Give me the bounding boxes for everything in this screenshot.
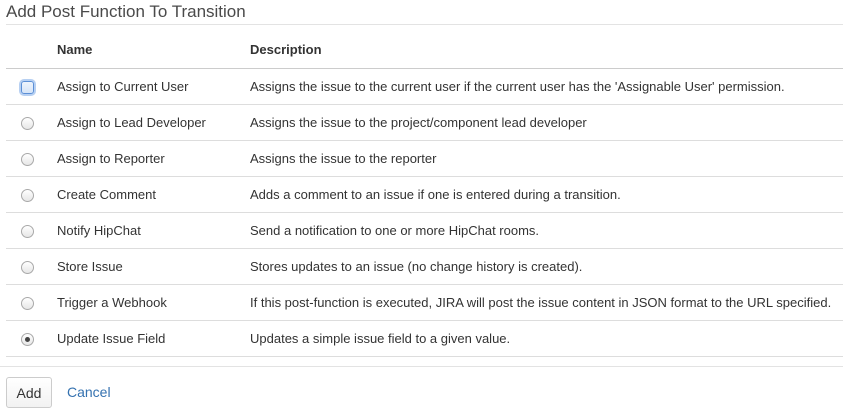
function-name: Notify HipChat bbox=[57, 212, 250, 249]
function-name: Update Issue Field bbox=[57, 320, 250, 357]
radio-button[interactable] bbox=[21, 188, 34, 202]
function-name: Store Issue bbox=[57, 248, 250, 285]
radio-cell bbox=[6, 320, 57, 357]
table-row[interactable]: Assign to Reporter Assigns the issue to t… bbox=[6, 140, 843, 177]
actions-divider bbox=[0, 366, 843, 367]
function-description: Assigns the issue to the project/compone… bbox=[250, 104, 843, 141]
function-description: Assigns the issue to the reporter bbox=[250, 140, 843, 177]
function-description: Assigns the issue to the current user if… bbox=[250, 68, 843, 105]
radio-button[interactable] bbox=[21, 296, 34, 310]
table-row[interactable]: Notify HipChat Send a notification to one… bbox=[6, 212, 843, 249]
radio-cell bbox=[6, 248, 57, 285]
radio-button[interactable] bbox=[21, 224, 34, 238]
function-description: If this post-function is executed, JIRA … bbox=[250, 284, 843, 321]
radio-cell bbox=[6, 104, 57, 141]
cancel-link[interactable]: Cancel bbox=[67, 384, 111, 400]
radio-button[interactable] bbox=[21, 332, 34, 346]
function-description: Stores updates to an issue (no change hi… bbox=[250, 248, 843, 285]
add-button[interactable]: Add bbox=[6, 377, 52, 408]
table-row[interactable]: Update Issue Field Updates a simple issue… bbox=[6, 320, 843, 357]
function-name: Create Comment bbox=[57, 176, 250, 213]
function-description: Send a notification to one or more HipCh… bbox=[250, 212, 843, 249]
function-name: Assign to Reporter bbox=[57, 140, 250, 177]
radio-cell bbox=[6, 68, 57, 105]
title-divider bbox=[6, 24, 843, 25]
table-row[interactable]: Assign to Lead Developer Assigns the issu… bbox=[6, 104, 843, 141]
radio-cell bbox=[6, 140, 57, 177]
table-header-row: Name Description bbox=[6, 32, 843, 69]
radio-button[interactable] bbox=[21, 80, 34, 94]
table-row[interactable]: Assign to Current User Assigns the issue … bbox=[6, 68, 843, 105]
function-description: Updates a simple issue field to a given … bbox=[250, 320, 843, 357]
header-description: Description bbox=[250, 32, 843, 69]
radio-cell bbox=[6, 176, 57, 213]
radio-button[interactable] bbox=[21, 116, 34, 130]
radio-button[interactable] bbox=[21, 260, 34, 274]
function-name: Trigger a Webhook bbox=[57, 284, 250, 321]
function-name: Assign to Current User bbox=[57, 68, 250, 105]
table-row[interactable]: Store Issue Stores updates to an issue (n… bbox=[6, 248, 843, 285]
function-description: Adds a comment to an issue if one is ent… bbox=[250, 176, 843, 213]
radio-cell bbox=[6, 284, 57, 321]
table-row[interactable]: Trigger a Webhook If this post-function i… bbox=[6, 284, 843, 321]
page-title: Add Post Function To Transition bbox=[6, 2, 246, 21]
radio-cell bbox=[6, 212, 57, 249]
function-name: Assign to Lead Developer bbox=[57, 104, 250, 141]
table-row[interactable]: Create Comment Adds a comment to an issue… bbox=[6, 176, 843, 213]
header-name: Name bbox=[57, 32, 250, 69]
post-function-table: Name Description Assign to Current User A… bbox=[6, 32, 843, 357]
radio-button[interactable] bbox=[21, 152, 34, 166]
header-select bbox=[6, 32, 57, 69]
